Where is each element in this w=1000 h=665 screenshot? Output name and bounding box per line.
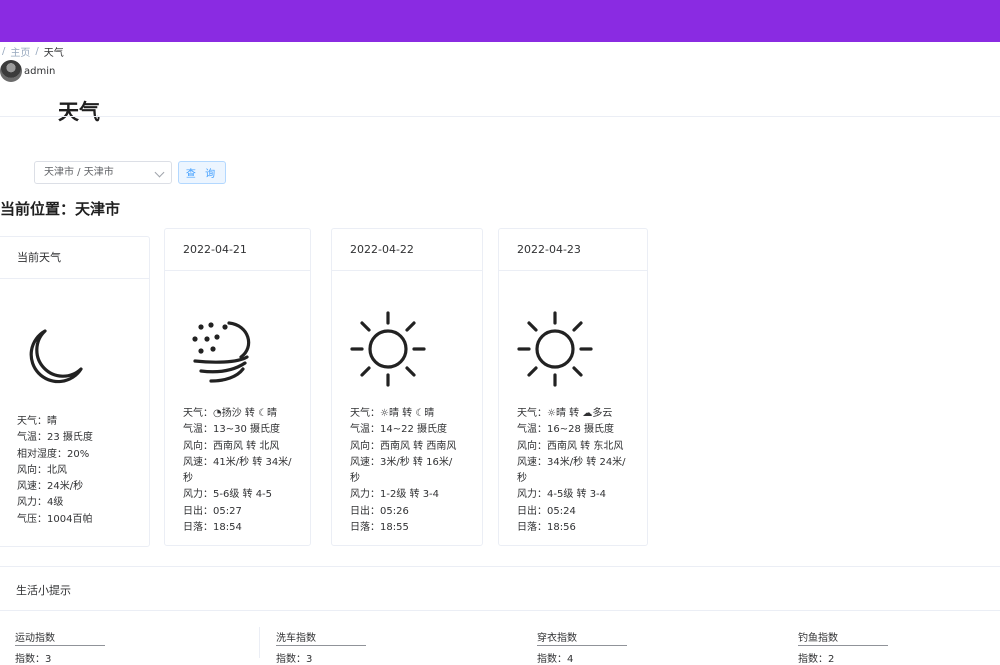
weather-info-line: 风速：41米/秒 转 34米/ 秒 (183, 456, 292, 485)
weather-info-line: 天气：晴 (17, 416, 57, 427)
weather-info-line: 风速：24米/秒 (17, 481, 84, 493)
weather-info-line: 气温：14~22 摄氏度 (350, 424, 448, 436)
weather-info-line: 相对湿度：20% (17, 448, 90, 460)
forecast-details: 天气：☼晴 转 ☁多云 气温：16~28 摄氏度 风向：西南风 转 东北风风速：34… (517, 406, 626, 536)
tip-name: 钓鱼指数 (798, 629, 888, 646)
query-button[interactable]: 查 询 (178, 161, 226, 184)
breadcrumb-current: 天气 (43, 47, 64, 59)
tip-item-fishing: 钓鱼指数 指数：2 (798, 629, 888, 665)
avatar[interactable] (0, 60, 22, 82)
weather-info-line: 日落：18:54 (183, 522, 242, 534)
top-navbar (0, 0, 1000, 42)
forecast-details: 天气：☼晴 转 ☾晴气温：14~22 摄氏度 风向：西南风 转 西南风风速：3米/… (350, 406, 456, 536)
chevron-down-icon (154, 167, 165, 178)
forecast-card: 2022-04-23 天气：☼晴 转 ☁多云 气温：16~28 摄氏度 风向：西南风… (498, 228, 648, 546)
tip-item-sport: 运动指数 指数：3 (15, 629, 105, 665)
weather-info-line: 日出：05:24 (517, 505, 576, 517)
weather-info-line: 日落：18:55 (350, 522, 409, 534)
weather-info-line: 日出：05:26 (350, 505, 409, 517)
weather-info-line: 风力：4级 (17, 497, 64, 509)
forecast-card: 2022-04-21 天气：◔扬沙 转 ☾晴 气温：13~30 摄氏度 风向：西南风… (164, 228, 311, 546)
tip-name: 穿衣指数 (537, 629, 627, 646)
tips-title: 生活小提示 (16, 584, 71, 597)
sandstorm-icon (189, 317, 259, 391)
forecast-card: 2022-04-22 天气：☼晴 转 ☾晴气温：14~22 摄氏度 风向：西南风 … (331, 228, 483, 546)
header-divider (0, 116, 1000, 117)
weather-info-line: 日落：18:56 (517, 522, 576, 534)
weather-info-line: 气温：23 摄氏度 (17, 432, 93, 444)
life-tips-panel: 生活小提示 运动指数 指数：3 洗车指数 指数：3 穿衣指数 指数：4 钓鱼指数… (0, 566, 1000, 665)
weather-info-line: 风向：西南风 转 西南风 (350, 440, 457, 452)
weather-info-line: 天气：☼晴 转 ☁多云 (517, 408, 613, 419)
user-menu[interactable]: admin (0, 59, 55, 83)
weather-info-line: 风速：3米/秒 转 16米/ 秒 (350, 456, 453, 485)
tips-divider (0, 610, 1000, 611)
current-location: 当前位置：天津市 (0, 200, 121, 218)
weather-info-line: 天气：◔扬沙 转 ☾晴 (183, 408, 278, 419)
weather-info-line: 风向：北风 (17, 464, 67, 476)
moon-icon (21, 325, 87, 395)
breadcrumb-home-link[interactable]: 主页 (10, 44, 30, 59)
weather-info-line: 气温：16~28 摄氏度 (517, 424, 615, 436)
username[interactable]: admin (24, 66, 55, 77)
breadcrumb: / 主页 / 天气 (2, 44, 64, 59)
weather-info-line: 风力：5-6级 转 4-5 (183, 489, 273, 501)
tip-index: 指数：4 (537, 654, 574, 665)
weather-info-line: 风力：4-5级 转 3-4 (517, 489, 607, 501)
tip-index: 指数：2 (798, 654, 835, 665)
sun-icon (348, 309, 428, 393)
tip-index: 指数：3 (15, 654, 52, 665)
forecast-date: 2022-04-23 (499, 229, 647, 271)
sun-icon (515, 309, 595, 393)
city-select-value: 天津市 / 天津市 (44, 167, 114, 178)
breadcrumb-separator: / (2, 45, 6, 57)
weather-info-line: 气温：13~30 摄氏度 (183, 424, 281, 436)
tip-separator (259, 627, 260, 658)
city-cascader-select[interactable]: 天津市 / 天津市 (34, 161, 172, 184)
forecast-details: 天气：◔扬沙 转 ☾晴 气温：13~30 摄氏度 风向：西南风 转 北风风速：41米… (183, 406, 292, 536)
breadcrumb-separator: / (35, 45, 39, 57)
tip-name: 洗车指数 (276, 629, 366, 646)
tip-name: 运动指数 (15, 629, 105, 646)
tip-item-carwash: 洗车指数 指数：3 (276, 629, 366, 665)
weather-info-line: 日出：05:27 (183, 505, 242, 517)
weather-info-line: 气压：1004百帕 (17, 513, 93, 525)
forecast-date: 2022-04-21 (165, 229, 310, 271)
tip-index: 指数：3 (276, 654, 313, 665)
current-weather-details: 天气：晴气温：23 摄氏度 相对湿度：20% 风向：北风风速：24米/秒 风力：4级气… (17, 414, 93, 528)
weather-info-line: 风力：1-2级 转 3-4 (350, 489, 440, 501)
weather-info-line: 天气：☼晴 转 ☾晴 (350, 408, 435, 419)
weather-info-line: 风速：34米/秒 转 24米/ 秒 (517, 456, 626, 485)
current-weather-card: 当前天气 天气：晴气温：23 摄氏度 相对湿度：20% 风向：北风风速：24米/秒风… (0, 236, 150, 547)
weather-info-line: 风向：西南风 转 北风 (183, 440, 280, 452)
card-header: 当前天气 (0, 237, 149, 279)
tip-item-dressing: 穿衣指数 指数：4 (537, 629, 627, 665)
page-title: 天气 (58, 100, 100, 124)
forecast-date: 2022-04-22 (332, 229, 482, 271)
weather-info-line: 风向：西南风 转 东北风 (517, 440, 624, 452)
